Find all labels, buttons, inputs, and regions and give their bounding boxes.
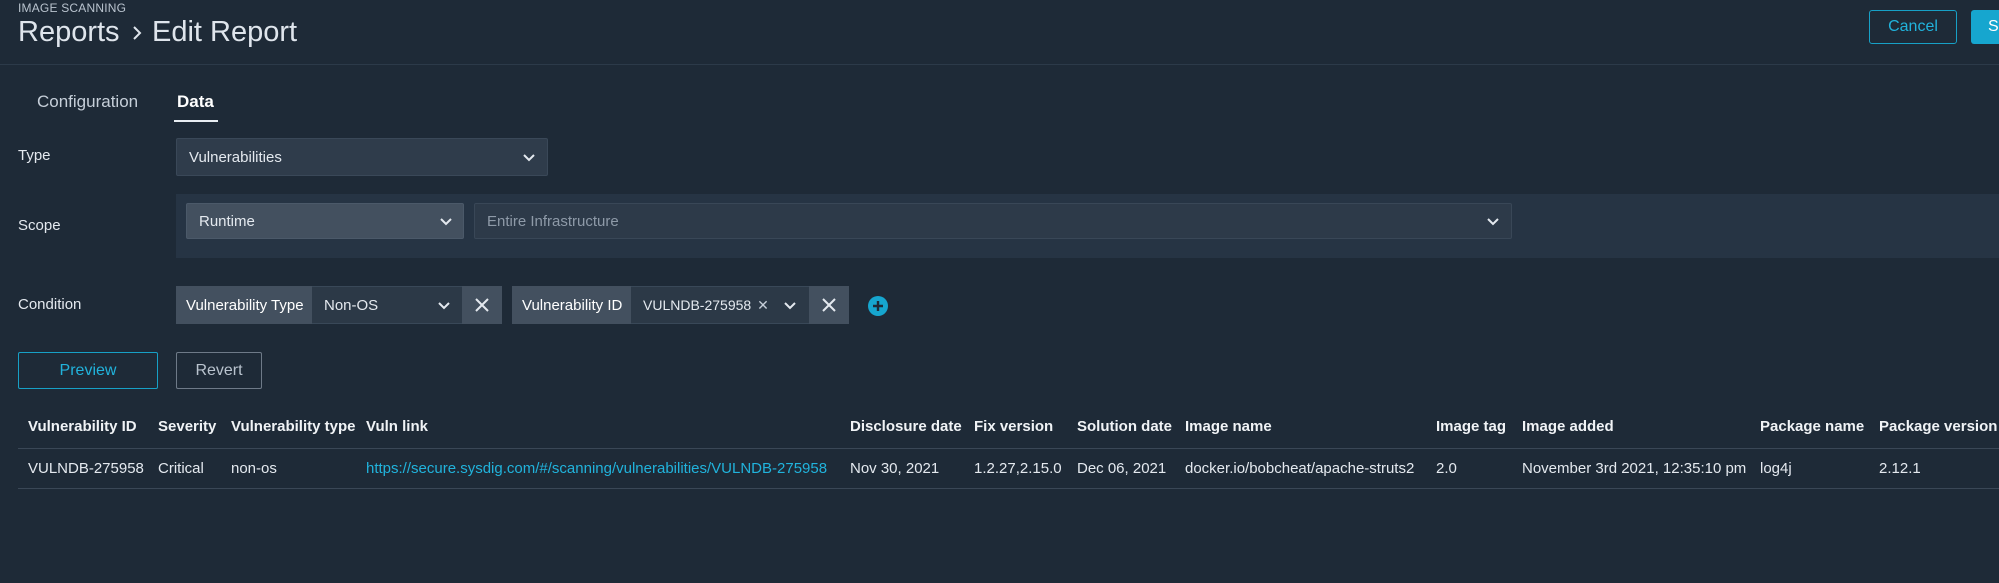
scope-infrastructure-select[interactable]: Entire Infrastructure: [474, 203, 1512, 239]
type-select-value: Vulnerabilities: [189, 148, 282, 166]
type-label: Type: [18, 147, 51, 164]
column-header: Disclosure date: [850, 418, 962, 435]
close-icon: [822, 298, 836, 312]
revert-button[interactable]: Revert: [176, 352, 262, 389]
plus-icon: [873, 301, 883, 311]
chevron-down-icon: [523, 154, 535, 162]
cell-fix-version: 1.2.27,2.15.0: [974, 460, 1062, 477]
remove-condition-button[interactable]: [809, 286, 849, 324]
scope-select[interactable]: Runtime: [186, 203, 464, 239]
cell-vulnerability-type: non-os: [231, 460, 277, 477]
tab-data[interactable]: Data: [177, 92, 214, 112]
column-header: Image name: [1185, 418, 1272, 435]
cell-image-tag: 2.0: [1436, 460, 1457, 477]
condition-key-vulnerability-type: Vulnerability Type: [176, 286, 312, 324]
table-row-divider: [18, 488, 1999, 489]
cell-vulnerability-id: VULNDB-275958: [28, 460, 144, 477]
page-header: IMAGE SCANNING Reports Edit Report Cance…: [0, 0, 1999, 65]
scope-label: Scope: [18, 217, 61, 234]
condition-value: Non-OS: [324, 296, 379, 314]
cell-image-name: docker.io/bobcheat/apache-struts2: [1185, 460, 1415, 477]
save-button[interactable]: Sa: [1971, 10, 1999, 44]
page-title: Edit Report: [152, 16, 298, 48]
preview-button[interactable]: Preview: [18, 352, 158, 389]
cell-image-added: November 3rd 2021, 12:35:10 pm: [1522, 460, 1747, 477]
chevron-down-icon: [784, 302, 796, 310]
chevron-right-icon: [133, 26, 142, 40]
scope-select-value: Runtime: [199, 212, 255, 230]
scope-infrastructure-placeholder: Entire Infrastructure: [487, 212, 619, 230]
close-icon: [475, 298, 489, 312]
cell-package-name: log4j: [1760, 460, 1792, 477]
condition-value-select-vulnerability-id[interactable]: VULNDB-275958 ✕: [631, 286, 809, 324]
condition-value-tag: VULNDB-275958: [643, 297, 752, 313]
column-header: Solution date: [1077, 418, 1172, 435]
cell-severity: Critical: [158, 460, 204, 477]
column-header: Severity: [158, 418, 217, 435]
remove-condition-button[interactable]: [462, 286, 502, 324]
section-eyebrow: IMAGE SCANNING: [18, 1, 127, 15]
cancel-button[interactable]: Cancel: [1869, 10, 1957, 44]
column-header: Vulnerability type: [231, 418, 356, 435]
condition-label: Condition: [18, 296, 82, 313]
column-header: Vulnerability ID: [28, 418, 137, 435]
column-header: Package version: [1879, 418, 1998, 435]
chevron-down-icon: [440, 218, 452, 226]
column-header: Fix version: [974, 418, 1054, 435]
active-tab-indicator: [174, 120, 218, 122]
cell-disclosure-date: Nov 30, 2021: [850, 460, 940, 477]
cell-solution-date: Dec 06, 2021: [1077, 460, 1167, 477]
cell-package-version: 2.12.1: [1879, 460, 1921, 477]
cell-vuln-link[interactable]: https://secure.sysdig.com/#/scanning/vul…: [366, 460, 827, 477]
column-header: Package name: [1760, 418, 1865, 435]
breadcrumb-reports-link[interactable]: Reports: [18, 16, 120, 49]
column-header: Image tag: [1436, 418, 1507, 435]
column-header: Image added: [1522, 418, 1614, 435]
chevron-down-icon: [438, 302, 450, 310]
add-condition-button[interactable]: [868, 296, 888, 316]
tab-configuration[interactable]: Configuration: [37, 92, 138, 112]
type-select[interactable]: Vulnerabilities: [176, 138, 548, 176]
table-header-divider: [18, 448, 1999, 449]
chevron-down-icon: [1487, 218, 1499, 226]
condition-key-vulnerability-id: Vulnerability ID: [512, 286, 631, 324]
remove-tag-icon[interactable]: ✕: [757, 297, 769, 314]
condition-value-select-vulnerability-type[interactable]: Non-OS: [312, 286, 462, 324]
column-header: Vuln link: [366, 418, 428, 435]
